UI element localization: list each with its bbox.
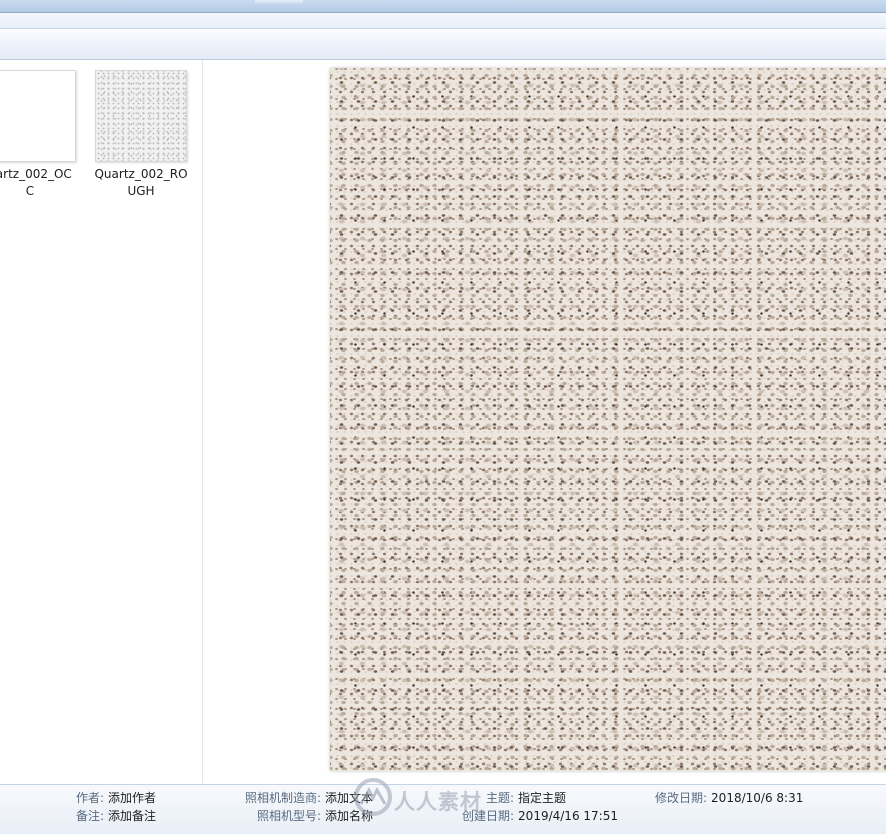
detail-camera-maker-value[interactable]: 添加文本 (325, 791, 373, 805)
detail-modified: 修改日期: 2018/10/6 8:31 (655, 790, 803, 807)
details-pane: 作者: 添加作者 备注: 添加备注 照相机制造商: 添加文本 照相机型号: 添加名称 主… (0, 784, 886, 834)
detail-author-label: 作者: (76, 791, 105, 805)
file-list-pane: uartz_002_OC C Quartz_002_RO UGH (0, 60, 203, 783)
preview-image (330, 68, 886, 771)
detail-camera-model-label: 照相机型号: (257, 809, 322, 823)
detail-created: 创建日期: 2019/4/16 17:51 (462, 808, 618, 825)
detail-author-value[interactable]: 添加作者 (108, 791, 156, 805)
detail-modified-label: 修改日期: (655, 791, 708, 805)
detail-subject-value[interactable]: 指定主题 (518, 791, 566, 805)
detail-author: 作者: 添加作者 (76, 790, 156, 807)
detail-camera-model-value[interactable]: 添加名称 (325, 809, 373, 823)
file-name-occ-line2: C (25, 184, 35, 198)
detail-comment-label: 备注: (76, 809, 105, 823)
detail-subject: 主题: 指定主题 (486, 790, 566, 807)
file-name-rough: Quartz_002_RO UGH (91, 166, 191, 200)
file-name-occ: uartz_002_OC C (0, 166, 80, 200)
file-name-rough-line2: UGH (127, 184, 155, 198)
detail-created-label: 创建日期: (462, 809, 515, 823)
detail-comment: 备注: 添加备注 (76, 808, 156, 825)
detail-modified-value: 2018/10/6 8:31 (711, 791, 804, 805)
window-title-bar[interactable] (0, 0, 886, 13)
detail-camera-maker: 照相机制造商: 添加文本 (245, 790, 373, 807)
address-toolbar (0, 13, 886, 29)
detail-camera-model: 照相机型号: 添加名称 (257, 808, 373, 825)
detail-created-value: 2019/4/16 17:51 (518, 809, 618, 823)
file-thumbnail-rough[interactable] (95, 70, 187, 162)
detail-camera-maker-label: 照相机制造商: (245, 791, 322, 805)
command-bar (0, 29, 886, 60)
preview-pane (203, 60, 886, 783)
title-bar-grip (255, 0, 303, 5)
file-name-rough-line1: Quartz_002_RO (94, 167, 188, 181)
detail-comment-value[interactable]: 添加备注 (108, 809, 156, 823)
detail-subject-label: 主题: (486, 791, 515, 805)
file-thumbnail-occ[interactable] (0, 70, 76, 162)
file-name-occ-line1: uartz_002_OC (0, 167, 72, 181)
